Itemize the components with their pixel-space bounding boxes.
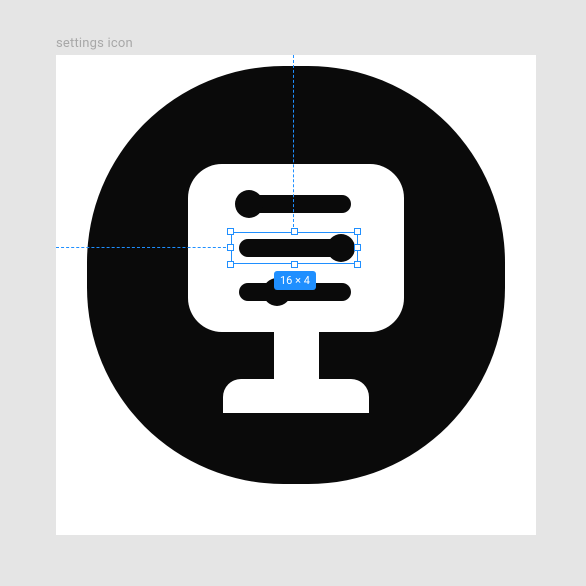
slider-knob-3 — [263, 278, 291, 306]
slider-bar-3 — [239, 283, 351, 301]
slider-knob-2[interactable] — [327, 234, 355, 262]
icon-canvas[interactable]: 16 × 4 — [56, 55, 536, 535]
slider-knob-1 — [235, 190, 263, 218]
design-editor-stage: settings icon 16 × 4 — [0, 0, 586, 586]
layer-name-label: settings icon — [56, 36, 133, 51]
monitor-stand-base — [223, 379, 369, 413]
